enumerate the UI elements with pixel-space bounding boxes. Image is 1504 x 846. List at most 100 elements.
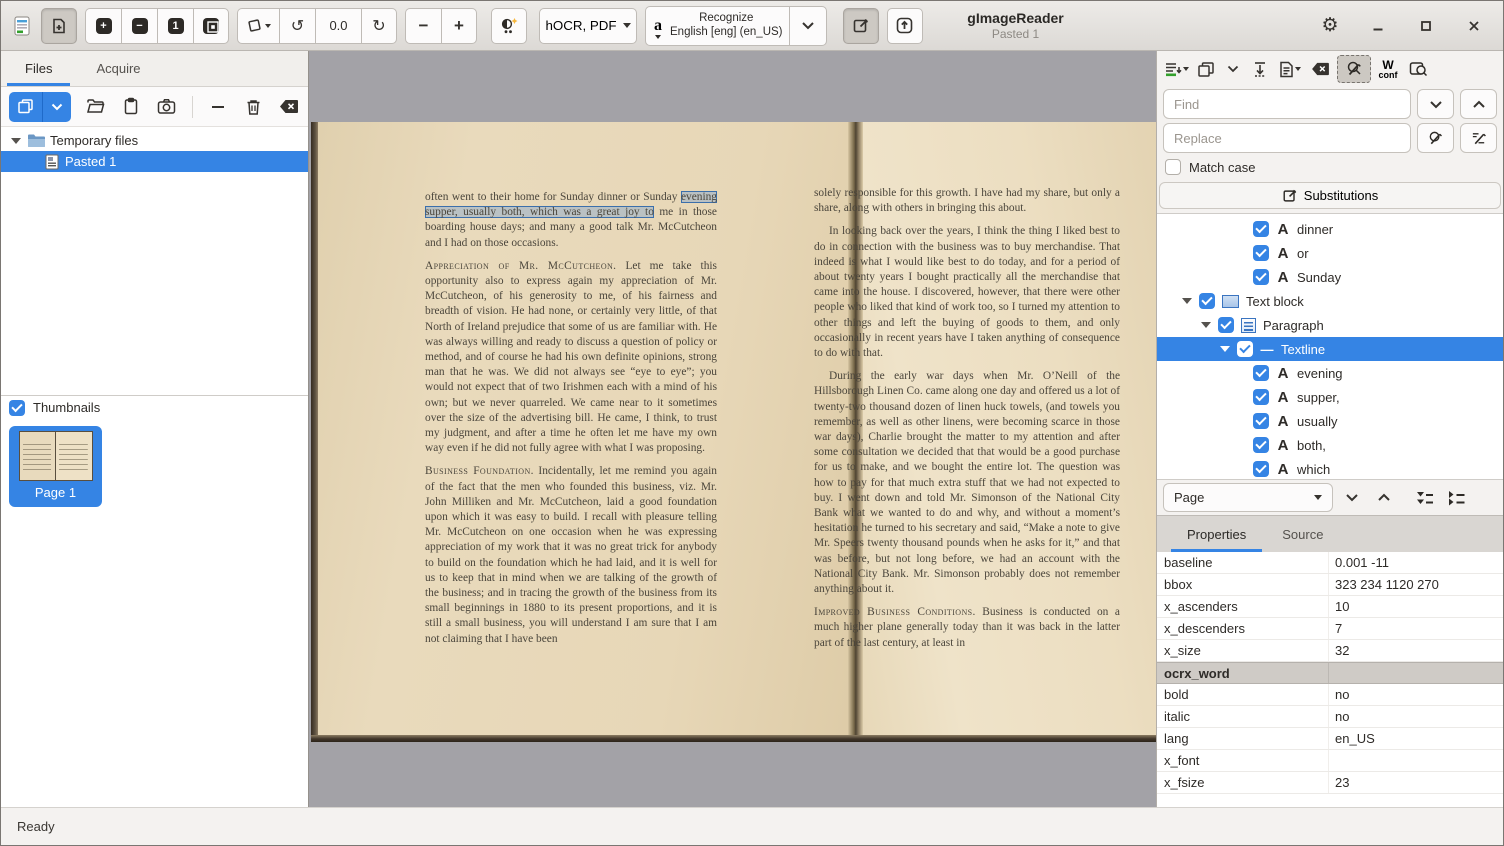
find-input[interactable]	[1163, 89, 1411, 119]
page-selector-combobox[interactable]: Page	[1163, 483, 1333, 512]
item-checkbox[interactable]	[1253, 221, 1269, 237]
hocr-tree-row-text-block[interactable]: Text block	[1157, 289, 1503, 313]
confidence-toggle-button[interactable]: W conf	[1375, 55, 1401, 83]
replace-button[interactable]	[1417, 123, 1454, 153]
zoom-original-button[interactable]: 1	[157, 8, 193, 44]
tree-row-pasted-1[interactable]: Pasted 1	[1, 151, 308, 172]
hocr-tree-row-evening[interactable]: Aevening	[1157, 361, 1503, 385]
property-row-ocrx_word[interactable]: ocrx_word	[1157, 662, 1503, 684]
collapse-all-button[interactable]	[1443, 484, 1469, 512]
match-case-checkbox[interactable]	[1165, 159, 1181, 175]
recognize-button[interactable]: a Recognize English [eng] (en_US)	[645, 6, 789, 46]
add-page-button[interactable]	[41, 8, 77, 44]
clear-output-button[interactable]	[1307, 55, 1333, 83]
find-replace-toggle-button[interactable]	[1337, 55, 1371, 83]
open-hocr-button[interactable]	[1277, 55, 1303, 83]
tab-source[interactable]: Source	[1264, 516, 1341, 552]
toggle-output-pane-button[interactable]	[843, 8, 879, 44]
expand-all-button[interactable]	[1411, 484, 1437, 512]
thumbnail-page-1[interactable]: Page 1	[9, 426, 102, 507]
rotation-value[interactable]: 0.0	[315, 8, 361, 44]
item-checkbox[interactable]	[1253, 437, 1269, 453]
hocr-tree-row-usually[interactable]: Ausually	[1157, 409, 1503, 433]
item-checkbox[interactable]	[1253, 413, 1269, 429]
delete-source-button[interactable]	[243, 95, 265, 119]
replace-input[interactable]	[1163, 123, 1411, 153]
find-previous-button[interactable]	[1460, 89, 1497, 119]
close-button[interactable]	[1463, 15, 1485, 37]
previous-item-button[interactable]	[1371, 484, 1397, 512]
thumbnails-checkbox[interactable]	[9, 400, 25, 416]
find-next-button[interactable]	[1417, 89, 1454, 119]
property-row-x_size[interactable]: x_size32	[1157, 640, 1503, 662]
property-row-bold[interactable]: boldno	[1157, 684, 1503, 706]
screenshot-button[interactable]	[156, 95, 178, 119]
preview-button[interactable]	[1405, 55, 1431, 83]
tab-acquire[interactable]: Acquire	[74, 51, 162, 86]
item-checkbox[interactable]	[1199, 293, 1215, 309]
expander-icon[interactable]	[1182, 298, 1192, 304]
paste-button[interactable]	[120, 95, 142, 119]
hocr-tree-row-which[interactable]: Awhich	[1157, 457, 1503, 480]
property-row-x_fsize[interactable]: x_fsize23	[1157, 772, 1503, 794]
hocr-tree-row-supper-[interactable]: Asupper,	[1157, 385, 1503, 409]
image-canvas[interactable]: often went to their home for Sunday dinn…	[309, 51, 1156, 807]
zoom-in-button[interactable]: +	[85, 8, 121, 44]
hocr-tree-row-or[interactable]: Aor	[1157, 241, 1503, 265]
tree-row-temporary-files[interactable]: Temporary files	[1, 130, 308, 151]
tab-files[interactable]: Files	[3, 51, 74, 86]
increase-button[interactable]: +	[441, 8, 477, 44]
clear-sources-button[interactable]	[278, 95, 300, 119]
remove-source-button[interactable]	[207, 95, 229, 119]
settings-button[interactable]: ⚙	[1319, 15, 1341, 37]
property-row-x_font[interactable]: x_font	[1157, 750, 1503, 772]
hocr-tree-row-sunday[interactable]: ASunday	[1157, 265, 1503, 289]
hocr-tree-row-dinner[interactable]: Adinner	[1157, 217, 1503, 241]
selected-textline-highlight[interactable]: evening supper, usually both, which was …	[425, 191, 717, 218]
hocr-tree-row-both-[interactable]: Aboth,	[1157, 433, 1503, 457]
zoom-out-button[interactable]: −	[121, 8, 157, 44]
property-value: no	[1329, 706, 1503, 727]
property-key: x_font	[1157, 750, 1329, 771]
save-output-button[interactable]	[1193, 55, 1219, 83]
expander-icon[interactable]	[11, 138, 21, 144]
property-row-baseline[interactable]: baseline0.001 -11	[1157, 552, 1503, 574]
item-checkbox[interactable]	[1253, 245, 1269, 261]
expander-icon[interactable]	[1220, 346, 1230, 352]
ocr-mode-dropdown[interactable]: hOCR, PDF	[539, 8, 637, 44]
item-checkbox[interactable]	[1237, 341, 1253, 357]
item-checkbox[interactable]	[1253, 389, 1269, 405]
property-row-x_descenders[interactable]: x_descenders7	[1157, 618, 1503, 640]
open-folder-button[interactable]	[85, 95, 107, 119]
property-row-italic[interactable]: italicno	[1157, 706, 1503, 728]
next-item-button[interactable]	[1339, 484, 1365, 512]
item-checkbox[interactable]	[1253, 461, 1269, 477]
hocr-tree-row-paragraph[interactable]: Paragraph	[1157, 313, 1503, 337]
decrease-button[interactable]: −	[405, 8, 441, 44]
property-row-bbox[interactable]: bbox323 234 1120 270	[1157, 574, 1503, 596]
insert-mode-button[interactable]	[1163, 55, 1189, 83]
add-images-dropdown[interactable]	[43, 92, 71, 122]
image-controls-button[interactable]	[491, 8, 527, 44]
item-checkbox[interactable]	[1253, 365, 1269, 381]
property-row-x_ascenders[interactable]: x_ascenders10	[1157, 596, 1503, 618]
zoom-fit-button[interactable]	[193, 8, 229, 44]
item-checkbox[interactable]	[1218, 317, 1234, 333]
hocr-tree-row-textline[interactable]: —Textline	[1157, 337, 1503, 361]
export-button[interactable]	[887, 8, 923, 44]
substitutions-button[interactable]: Substitutions	[1159, 182, 1501, 209]
rotate-right-button[interactable]: ↻	[361, 8, 397, 44]
tab-properties[interactable]: Properties	[1169, 516, 1264, 552]
rotate-left-button[interactable]: ↺	[279, 8, 315, 44]
property-row-lang[interactable]: langen_US	[1157, 728, 1503, 750]
rotate-mode-button[interactable]	[237, 8, 279, 44]
minimize-button[interactable]	[1367, 15, 1389, 37]
expander-icon[interactable]	[1201, 322, 1211, 328]
replace-all-button[interactable]	[1460, 123, 1497, 153]
item-checkbox[interactable]	[1253, 269, 1269, 285]
recognize-language-dropdown[interactable]	[789, 6, 827, 46]
add-images-button[interactable]	[9, 92, 43, 122]
import-text-button[interactable]	[1247, 55, 1273, 83]
save-output-dropdown[interactable]	[1223, 55, 1243, 83]
maximize-button[interactable]	[1415, 15, 1437, 37]
